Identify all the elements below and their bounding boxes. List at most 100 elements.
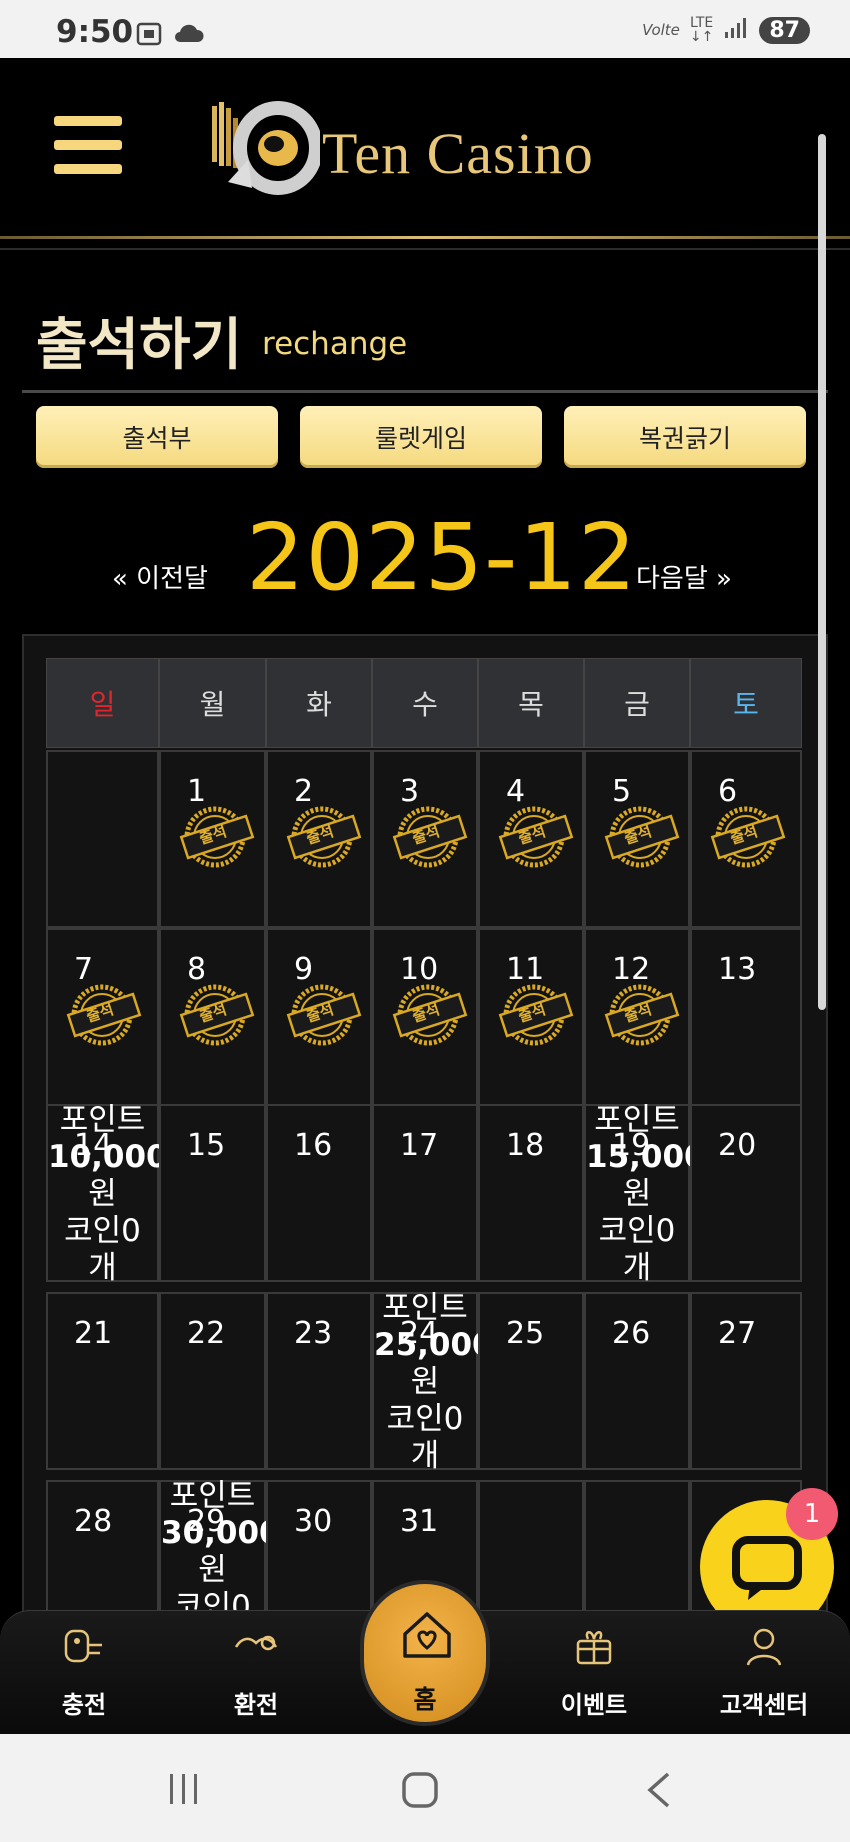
calendar-day-cell[interactable]: 29포인트30,000원코인0개 — [159, 1478, 281, 1662]
system-nav-bar — [0, 1734, 850, 1842]
reward-line4: 코인0 — [64, 1213, 141, 1249]
day-number: 22 — [187, 1316, 226, 1351]
calendar-day-cell[interactable]: 15 — [159, 1104, 266, 1282]
menu-icon[interactable] — [54, 116, 122, 174]
calendar-day-cell[interactable]: 25 — [478, 1292, 584, 1470]
reward-line1: 포인트 — [594, 1102, 680, 1138]
calendar-day-cell[interactable]: 7 출석 — [46, 928, 159, 1106]
screenshot-icon — [136, 22, 162, 46]
volte-indicator: Volte — [642, 21, 680, 39]
weekday-header: 토 — [690, 658, 802, 748]
calendar-day-cell[interactable]: 20 — [690, 1104, 802, 1282]
deposit-icon — [64, 1629, 102, 1663]
calendar-day-cell[interactable]: 16 — [266, 1104, 372, 1282]
calendar-day-cell[interactable]: 24 포인트 25,000 원 코인0 개 — [372, 1290, 494, 1474]
calendar-day-cell[interactable]: 14 포인트 10,000 원 코인0 개 — [46, 1102, 168, 1286]
attendance-stamp-icon: 출석 — [496, 982, 576, 1048]
reward-line5: 개 — [410, 1438, 440, 1474]
nav-support[interactable]: 고객센터 — [704, 1611, 824, 1735]
weekday-header: 목 — [478, 658, 584, 748]
nav-label-support: 고객센터 — [719, 1691, 809, 1719]
next-month-link[interactable]: 다음달 » — [636, 558, 732, 595]
reward-amount: 30,000 — [161, 1515, 281, 1551]
day-number: 15 — [187, 1128, 226, 1163]
calendar-day-cell[interactable]: 19 포인트 15,000 원 코인0 개 — [584, 1102, 706, 1286]
calendar-day-cell[interactable]: 6 출석 — [690, 750, 802, 928]
reward-line4: 코인0 — [598, 1213, 676, 1249]
tab-roulette-button[interactable]: 룰렛게임 — [300, 406, 542, 468]
day-number: 30 — [294, 1504, 333, 1539]
calendar-day-cell[interactable]: 22 — [159, 1292, 266, 1470]
calendar-day-cell[interactable]: 3 출석 — [372, 750, 478, 928]
weekday-header: 일 — [46, 658, 159, 748]
calendar-day-cell[interactable]: 28 — [46, 1480, 159, 1614]
calendar-day-cell[interactable]: 10 출석 — [372, 928, 478, 1106]
nav-home[interactable]: 홈 — [360, 1580, 490, 1726]
nav-label-deposit: 충전 — [61, 1691, 107, 1719]
calendar-day-cell[interactable]: 30 — [266, 1480, 372, 1614]
nav-exchange[interactable]: 환전 — [196, 1611, 316, 1735]
calendar-day-cell[interactable]: 1 출석 — [159, 750, 266, 928]
calendar-day-cell[interactable]: 9 출석 — [266, 928, 372, 1106]
day-number: 16 — [294, 1128, 333, 1163]
cloud-icon — [172, 22, 204, 44]
back-icon[interactable] — [644, 1770, 674, 1810]
attendance-stamp-icon: 출석 — [284, 982, 364, 1048]
calendar-day-cell[interactable]: 27 — [690, 1292, 802, 1470]
exchange-icon — [234, 1635, 278, 1651]
logo-text[interactable]: Ten Casino — [322, 120, 594, 187]
reward-info: 포인트 25,000 원 코인0 개 — [374, 1290, 494, 1475]
calendar-day-cell[interactable]: 5 출석 — [584, 750, 690, 928]
recent-apps-icon[interactable] — [166, 1772, 202, 1806]
chat-notification-badge: 1 — [786, 1488, 838, 1540]
reward-line1: 포인트 — [59, 1102, 146, 1138]
nav-deposit[interactable]: 충전 — [24, 1611, 144, 1735]
day-number: 28 — [74, 1504, 113, 1539]
status-bar: 9:50 Volte LTE ↓↑ 87 — [0, 0, 850, 58]
page-title: 출석하기 — [36, 313, 243, 378]
day-number: 25 — [506, 1316, 545, 1351]
nav-label-exchange: 환전 — [233, 1691, 279, 1719]
reward-line3: 원 — [622, 1176, 652, 1212]
scrollbar[interactable] — [818, 134, 826, 1010]
nav-event[interactable]: 이벤트 — [534, 1611, 654, 1735]
calendar-day-cell[interactable]: 2 출석 — [266, 750, 372, 928]
reward-line5: 개 — [622, 1250, 652, 1286]
calendar-day-cell[interactable]: 13 — [690, 928, 802, 1106]
calendar-day-cell[interactable]: 23 — [266, 1292, 372, 1470]
calendar-day-cell[interactable]: 18 — [478, 1104, 584, 1282]
calendar-day-cell[interactable]: 17 — [372, 1104, 478, 1282]
attendance-stamp-icon: 출석 — [177, 982, 257, 1048]
page-subtitle: rechange — [262, 326, 408, 362]
nav-label-home: 홈 — [413, 1685, 437, 1714]
battery-indicator: 87 — [759, 16, 810, 44]
day-number: 27 — [718, 1316, 757, 1351]
calendar-day-cell[interactable]: 21 — [46, 1292, 159, 1470]
header-gold-line — [0, 236, 850, 239]
day-number: 18 — [506, 1128, 545, 1163]
header-divider — [0, 248, 850, 250]
tab-attendance-button[interactable]: 출석부 — [36, 406, 278, 468]
calendar-day-cell — [584, 1480, 690, 1614]
day-number: 17 — [400, 1128, 439, 1163]
calendar-day-cell[interactable]: 4 출석 — [478, 750, 584, 928]
calendar-day-cell[interactable]: 8 출석 — [159, 928, 266, 1106]
home-system-icon[interactable] — [400, 1770, 440, 1810]
calendar-day-cell[interactable]: 26 — [584, 1292, 690, 1470]
calendar-day-cell[interactable]: 11 출석 — [478, 928, 584, 1106]
calendar-day-cell — [46, 750, 159, 928]
attendance-stamp-icon: 출석 — [602, 982, 682, 1048]
status-right-group: Volte LTE ↓↑ 87 — [642, 16, 810, 44]
reward-line1: 포인트 — [382, 1290, 468, 1326]
attendance-stamp-icon: 출석 — [284, 804, 364, 870]
reward-line3: 원 — [198, 1552, 227, 1588]
tab-lottery-button[interactable]: 복권긁기 — [564, 406, 806, 468]
reward-info: 포인트 10,000 원 코인0 개 — [48, 1102, 168, 1287]
calendar-day-cell[interactable]: 12 출석 — [584, 928, 690, 1106]
reward-line5: 개 — [88, 1250, 117, 1286]
lte-indicator: LTE ↓↑ — [689, 15, 714, 45]
prev-month-link[interactable]: « 이전달 — [112, 558, 208, 595]
attendance-stamp-icon: 출석 — [496, 804, 576, 870]
reward-line1: 포인트 — [169, 1478, 256, 1514]
attendance-stamp-icon: 출석 — [602, 804, 682, 870]
